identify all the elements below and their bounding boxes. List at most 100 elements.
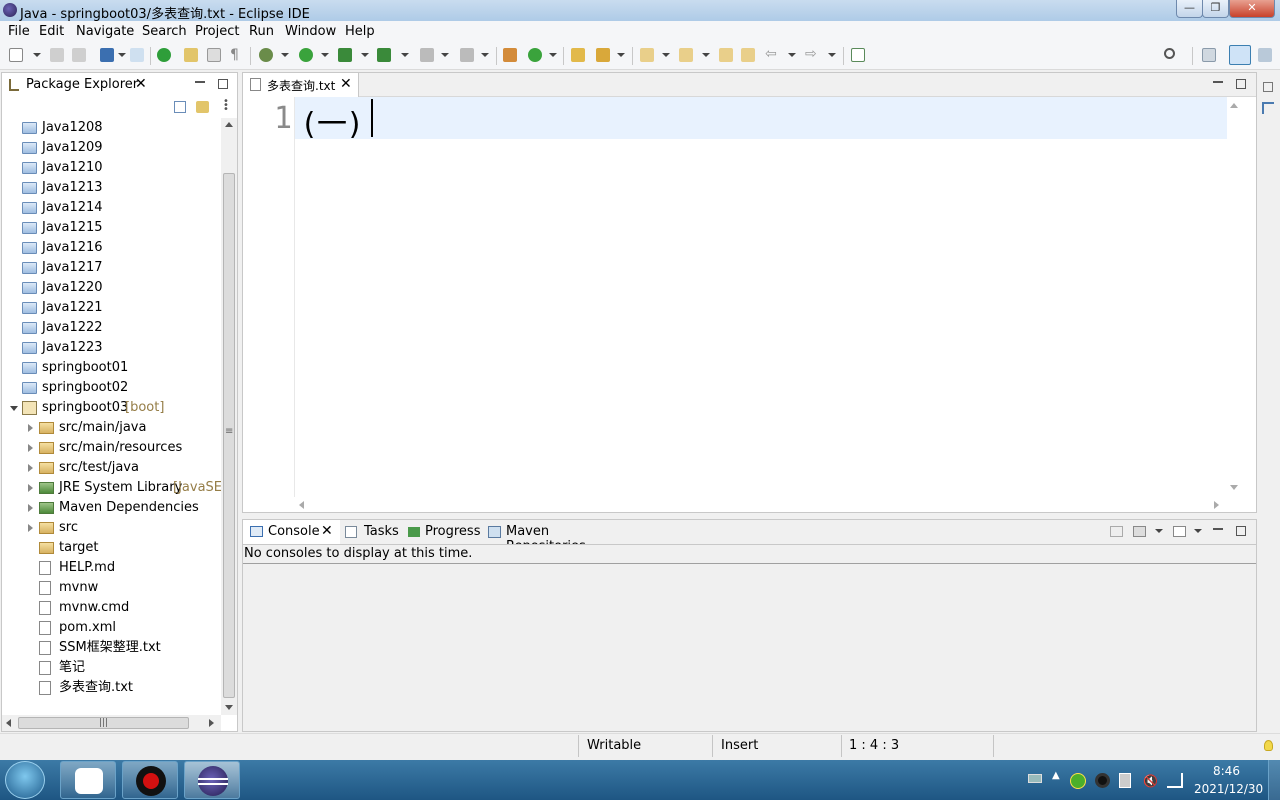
search-tool-icon[interactable] [596,48,610,62]
open-console-icon[interactable] [1173,526,1186,537]
taskbar-app-cloud[interactable] [60,761,116,799]
expand-arrow-icon[interactable] [28,424,33,432]
status-insert-mode[interactable]: Insert [721,738,758,753]
menu-help[interactable]: Help [345,24,375,39]
pilcrow-icon[interactable]: ¶ [230,48,244,62]
editor-line-1: (一) [300,107,364,142]
show-desktop-button[interactable] [1268,760,1280,800]
expand-arrow-icon[interactable] [28,524,33,532]
menu-edit[interactable]: Edit [39,24,64,39]
close-console-icon[interactable]: ✕ [321,523,333,539]
maximize-editor-icon[interactable] [1236,79,1246,89]
run-icon[interactable] [299,48,313,62]
maximize-console-icon[interactable] [1236,526,1246,536]
forward-edit-icon[interactable] [741,48,755,62]
clock-date[interactable]: 2021/12/30 [1194,782,1263,796]
outline-icon[interactable] [1262,102,1274,114]
vertical-scroll-thumb[interactable]: ≡ [223,173,235,698]
tab-tasks[interactable]: Tasks [343,520,403,544]
coverage-icon[interactable] [338,48,352,62]
debug-icon[interactable] [259,48,273,62]
tab-package-explorer[interactable]: Package Explorer [26,77,138,92]
terminal-icon[interactable] [100,48,114,62]
horizontal-scrollbar[interactable]: ||| [2,715,221,731]
vertical-scrollbar[interactable]: ≡ [221,118,237,715]
close-button[interactable]: ✕ [1229,0,1275,18]
network-icon[interactable] [1167,773,1183,788]
toggle-mark-icon[interactable] [184,48,198,62]
new-class-icon[interactable] [528,48,542,62]
project-folder-icon [22,302,37,314]
clock-time[interactable]: 8:46 [1213,764,1240,778]
menu-window[interactable]: Window [285,24,336,39]
maximize-view-icon[interactable] [218,79,228,89]
external-tools-icon[interactable] [377,48,391,62]
tray-device-icon[interactable] [1119,773,1131,788]
start-button[interactable] [5,761,45,799]
tray-record-icon[interactable] [1095,773,1110,788]
expand-arrow-icon[interactable] [28,444,33,452]
tab-console[interactable]: Console ✕ [243,520,340,544]
save-all-icon[interactable] [72,48,86,62]
lightbulb-icon[interactable] [1264,740,1273,751]
menu-search[interactable]: Search [142,24,187,39]
project-folder-icon [22,142,37,154]
menu-navigate[interactable]: Navigate [76,24,134,39]
java-perspective-icon[interactable] [1229,45,1251,65]
disconnect-icon[interactable] [460,48,474,62]
maximize-button[interactable]: ❐ [1202,0,1229,18]
tray-green-icon[interactable] [1070,773,1086,789]
show-hidden-icons[interactable]: ▲ [1052,770,1060,781]
expand-arrow-icon[interactable] [28,464,33,472]
project-folder-icon [22,262,37,274]
tab-maven-repositories[interactable]: Maven Repositories [487,520,632,554]
collapse-all-icon[interactable] [174,101,186,113]
expand-arrow-icon[interactable] [28,484,33,492]
expand-arrow-icon[interactable] [28,504,33,512]
keyboard-icon[interactable] [1028,774,1042,783]
restore-icon[interactable] [1263,82,1273,92]
editor-tab[interactable]: 多表查询.txt ✕ [243,73,359,97]
minimize-editor-icon[interactable] [1213,77,1223,83]
menu-run[interactable]: Run [249,24,274,39]
last-edit-location-icon[interactable] [719,48,733,62]
save-icon[interactable] [50,48,64,62]
previous-annotation-icon[interactable] [679,48,693,62]
power-icon[interactable] [157,48,171,62]
forward-icon[interactable]: ⇨ [805,47,819,62]
pin-console-icon[interactable] [1110,526,1123,537]
display-console-icon[interactable] [1133,526,1146,537]
search-icon[interactable] [1164,48,1175,59]
text-area[interactable]: (一) [294,97,1227,497]
minimize-console-icon[interactable] [1213,524,1223,530]
menu-project[interactable]: Project [195,24,239,39]
link-with-editor-icon[interactable] [196,101,209,113]
pin-editor-icon[interactable] [851,48,865,62]
back-icon[interactable]: ⇦ [765,47,779,62]
open-perspective-icon[interactable] [1202,48,1216,62]
menu-file[interactable]: File [8,24,30,39]
close-view-icon[interactable]: ✕ [135,76,147,92]
close-editor-icon[interactable]: ✕ [340,76,352,92]
console-content[interactable]: No consoles to display at this time. [243,544,1256,731]
vscroll-grip-icon: ≡ [225,426,234,437]
editor-hscroll[interactable] [294,497,1227,511]
open-type-icon[interactable] [571,48,585,62]
horizontal-scroll-thumb[interactable]: ||| [18,717,189,729]
debug-perspective-icon[interactable] [1258,48,1272,62]
editor-vscroll[interactable] [1227,97,1241,497]
tab-progress[interactable]: Progress [406,520,484,544]
taskbar-app-recorder[interactable] [122,761,178,799]
eclipse-taskbar-icon [198,766,228,796]
block-selection-icon[interactable] [207,48,221,62]
stop-icon[interactable] [420,48,434,62]
taskbar-app-eclipse[interactable] [184,761,240,799]
minimize-button[interactable]: — [1176,0,1203,18]
new-icon[interactable] [9,48,23,62]
new-java-project-icon[interactable] [503,48,517,62]
view-menu-icon[interactable]: • • • [223,97,229,115]
minimize-view-icon[interactable] [195,77,205,83]
skip-breakpoints-icon[interactable] [130,48,144,62]
next-annotation-icon[interactable] [640,48,654,62]
speaker-muted-icon[interactable]: 🔇 [1143,774,1158,788]
